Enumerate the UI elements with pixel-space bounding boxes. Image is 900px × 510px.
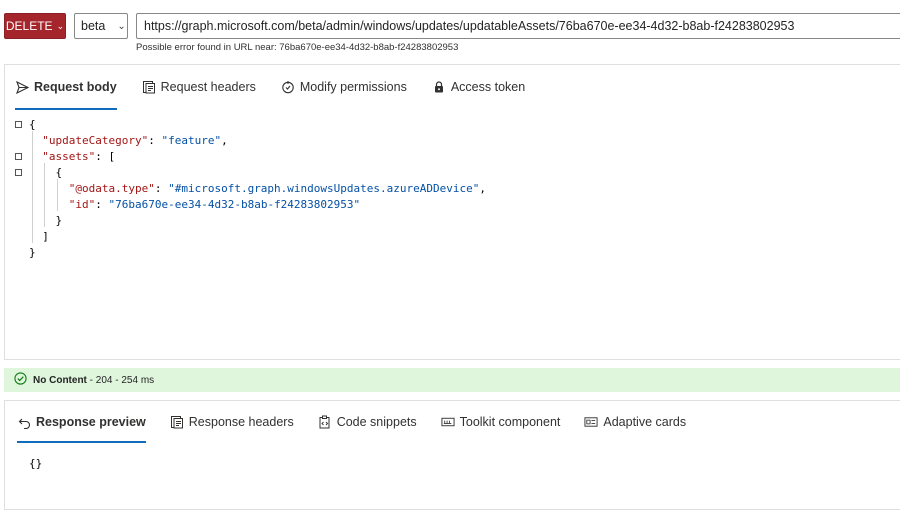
tab-label: Request body <box>34 80 117 94</box>
send-icon <box>15 80 29 94</box>
chevron-down-icon: ⌄ <box>117 20 126 32</box>
undo-icon <box>17 415 31 429</box>
response-tabs: Response preview Response headers Code s… <box>17 401 710 443</box>
code-line: { <box>29 118 36 131</box>
tab-label: Response preview <box>36 415 146 429</box>
card-icon <box>584 415 598 429</box>
tab-access-token[interactable]: Access token <box>432 65 525 109</box>
method-label: DELETE <box>5 19 53 33</box>
headers-icon <box>170 415 184 429</box>
status-detail: - 204 - 254 ms <box>89 374 155 386</box>
lock-icon <box>432 80 446 94</box>
tab-toolkit-component[interactable]: Toolkit component <box>441 401 561 443</box>
fold-toggle[interactable] <box>15 169 22 176</box>
method-dropdown[interactable]: DELETE ⌄ <box>4 13 66 39</box>
fold-toggle[interactable] <box>15 153 22 160</box>
tab-request-headers[interactable]: Request headers <box>142 65 256 109</box>
request-body-editor[interactable]: { "updateCategory": "feature", "assets":… <box>5 115 900 315</box>
tab-label: Toolkit component <box>459 415 561 429</box>
response-status-bar: No Content - 204 - 254 ms <box>4 368 900 392</box>
url-input[interactable]: https://graph.microsoft.com/beta/admin/w… <box>136 13 900 39</box>
code-line: ] <box>42 230 49 243</box>
tab-label: Request headers <box>160 80 256 94</box>
response-panel: Response preview Response headers Code s… <box>4 400 900 510</box>
toolkit-icon <box>441 415 455 429</box>
tab-label: Access token <box>450 80 526 94</box>
tab-modify-permissions[interactable]: Modify permissions <box>281 65 407 109</box>
code-line: "id": "76ba670e-ee34-4d32-b8ab-f24283802… <box>68 198 361 211</box>
tab-label: Modify permissions <box>299 80 407 94</box>
fold-toggle[interactable] <box>15 121 22 128</box>
tab-adaptive-cards[interactable]: Adaptive cards <box>584 401 686 443</box>
request-tabs: Request body Request headers Modify perm… <box>15 65 550 110</box>
tab-response-headers[interactable]: Response headers <box>170 401 294 443</box>
tab-code-snippets[interactable]: Code snippets <box>318 401 417 443</box>
code-line: "updateCategory": "feature", <box>42 134 228 147</box>
response-preview-body: {} <box>29 457 43 470</box>
version-dropdown[interactable]: beta ⌄ <box>74 13 128 39</box>
code-line: } <box>29 246 36 259</box>
code-line: "@odata.type": "#microsoft.graph.windows… <box>68 182 486 195</box>
tab-label: Adaptive cards <box>603 415 687 429</box>
shield-icon <box>281 80 295 94</box>
url-error-message: Possible error found in URL near: 76ba67… <box>136 42 459 53</box>
tab-label: Response headers <box>188 415 294 429</box>
tab-request-body[interactable]: Request body <box>15 65 117 110</box>
version-label: beta <box>81 19 106 33</box>
code-line: "assets": [ <box>42 150 116 163</box>
headers-icon <box>142 80 156 94</box>
tab-label: Code snippets <box>336 415 417 429</box>
url-text: https://graph.microsoft.com/beta/admin/w… <box>144 19 795 33</box>
chevron-down-icon: ⌄ <box>56 20 65 31</box>
request-panel: Request body Request headers Modify perm… <box>4 64 900 360</box>
status-label: No Content <box>33 374 87 386</box>
code-icon <box>318 415 332 429</box>
code-line: } <box>55 214 63 227</box>
tab-response-preview[interactable]: Response preview <box>17 401 146 443</box>
success-check-icon <box>14 372 27 388</box>
code-line: { <box>55 166 63 179</box>
